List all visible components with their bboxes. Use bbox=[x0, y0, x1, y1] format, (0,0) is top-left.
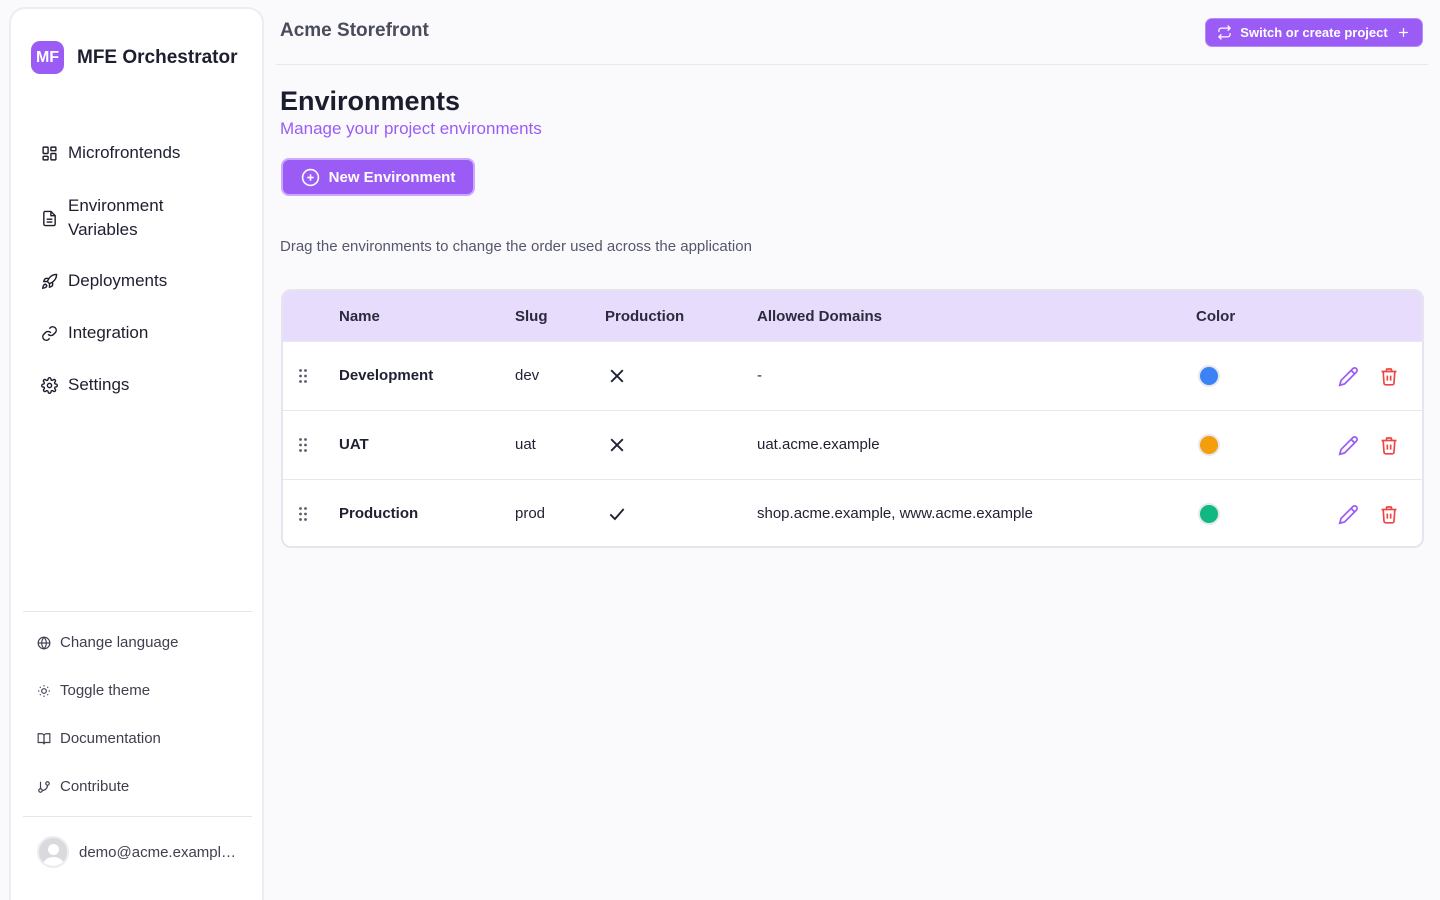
sidebar-item-label: Environment Variables bbox=[68, 196, 164, 239]
sun-icon bbox=[38, 684, 50, 697]
book-icon bbox=[37, 732, 51, 744]
drag-handle-icon[interactable] bbox=[298, 506, 308, 522]
plus-icon bbox=[1398, 28, 1408, 37]
header-production[interactable]: Production bbox=[605, 308, 684, 325]
rocket-icon bbox=[41, 273, 58, 289]
sidebar-item-label: Microfrontends bbox=[68, 143, 181, 162]
x-icon bbox=[610, 369, 624, 383]
sidebar-item-environment-variables[interactable]: Environment Variables bbox=[41, 194, 198, 242]
drag-handle-icon[interactable] bbox=[298, 437, 308, 453]
drag-hint: Drag the environments to change the orde… bbox=[280, 238, 752, 255]
table-header: Name Slug Production Allowed Domains Col… bbox=[283, 291, 1422, 341]
header-divider bbox=[276, 64, 1428, 65]
sidebar: MF MFE Orchestrator Microfrontends Envir… bbox=[9, 7, 264, 900]
contribute-link[interactable]: Contribute bbox=[37, 778, 129, 795]
util-label: Change language bbox=[60, 634, 179, 651]
sidebar-item-label: Deployments bbox=[68, 271, 168, 290]
user-email: demo@acme.example.com bbox=[79, 843, 239, 861]
env-color-swatch bbox=[1198, 434, 1220, 456]
git-branch-icon bbox=[38, 780, 50, 793]
env-color-swatch bbox=[1198, 365, 1220, 387]
new-environment-label: New Environment bbox=[328, 168, 456, 186]
switch-project-label: Switch or create project bbox=[1240, 25, 1388, 40]
header-domains[interactable]: Allowed Domains bbox=[757, 308, 882, 325]
table-row[interactable]: Development dev - bbox=[283, 341, 1422, 410]
documentation-link[interactable]: Documentation bbox=[37, 730, 161, 747]
globe-icon bbox=[37, 635, 51, 650]
sidebar-item-label: Integration bbox=[68, 323, 149, 342]
env-domains: shop.acme.example, www.acme.example bbox=[757, 505, 1033, 522]
page-subtitle: Manage your project environments bbox=[280, 119, 542, 138]
util-label: Contribute bbox=[60, 778, 130, 795]
env-name: Production bbox=[339, 505, 419, 522]
env-slug: prod bbox=[515, 505, 546, 522]
x-icon bbox=[610, 438, 624, 452]
sidebar-item-integration[interactable]: Integration bbox=[41, 323, 148, 343]
env-color-swatch bbox=[1198, 503, 1220, 525]
drag-handle-icon[interactable] bbox=[298, 368, 308, 384]
env-slug: uat bbox=[515, 436, 536, 453]
user-menu[interactable]: demo@acme.example.com bbox=[37, 836, 239, 868]
util-label: Toggle theme bbox=[60, 682, 151, 699]
edit-icon[interactable] bbox=[1338, 366, 1359, 387]
new-environment-button[interactable]: New Environment bbox=[281, 158, 475, 196]
switch-project-button[interactable]: Switch or create project bbox=[1205, 18, 1423, 47]
project-title: Acme Storefront bbox=[280, 20, 429, 41]
header-name[interactable]: Name bbox=[339, 308, 380, 325]
sidebar-item-deployments[interactable]: Deployments bbox=[41, 271, 167, 291]
sidebar-divider bbox=[23, 816, 252, 817]
trash-icon[interactable] bbox=[1379, 366, 1399, 387]
brand-name: MFE Orchestrator bbox=[77, 46, 238, 68]
env-domains: uat.acme.example bbox=[757, 436, 880, 453]
change-language-button[interactable]: Change language bbox=[37, 634, 178, 651]
table-row[interactable]: Production prod shop.acme.example, www.acm… bbox=[283, 479, 1422, 546]
environments-table: Name Slug Production Allowed Domains Col… bbox=[281, 289, 1424, 548]
link-icon bbox=[42, 325, 57, 341]
page-title: Environments bbox=[280, 86, 461, 116]
sidebar-item-settings[interactable]: Settings bbox=[41, 375, 129, 395]
util-label: Documentation bbox=[60, 730, 161, 747]
gear-icon bbox=[41, 376, 58, 394]
sidebar-divider bbox=[23, 611, 252, 612]
env-slug: dev bbox=[515, 367, 540, 384]
edit-icon[interactable] bbox=[1338, 504, 1359, 525]
file-text-icon bbox=[43, 210, 56, 226]
env-name: Development bbox=[339, 367, 434, 384]
table-row[interactable]: UAT uat uat.acme.example bbox=[283, 410, 1422, 479]
brand[interactable]: MF MFE Orchestrator bbox=[31, 41, 237, 74]
toggle-theme-button[interactable]: Toggle theme bbox=[37, 682, 150, 699]
repeat-icon bbox=[1218, 25, 1232, 40]
sidebar-item-label: Settings bbox=[68, 375, 130, 394]
brand-logo: MF bbox=[31, 41, 64, 74]
grid-icon bbox=[42, 145, 57, 161]
env-domains: - bbox=[757, 367, 762, 384]
env-name: UAT bbox=[339, 436, 369, 453]
check-icon bbox=[609, 508, 625, 521]
header-color[interactable]: Color bbox=[1196, 308, 1235, 325]
trash-icon[interactable] bbox=[1379, 504, 1399, 525]
edit-icon[interactable] bbox=[1338, 435, 1359, 456]
header-slug[interactable]: Slug bbox=[515, 308, 548, 325]
sidebar-item-microfrontends[interactable]: Microfrontends bbox=[41, 143, 180, 163]
plus-circle-icon bbox=[301, 168, 319, 186]
avatar bbox=[37, 836, 69, 868]
trash-icon[interactable] bbox=[1379, 435, 1399, 456]
